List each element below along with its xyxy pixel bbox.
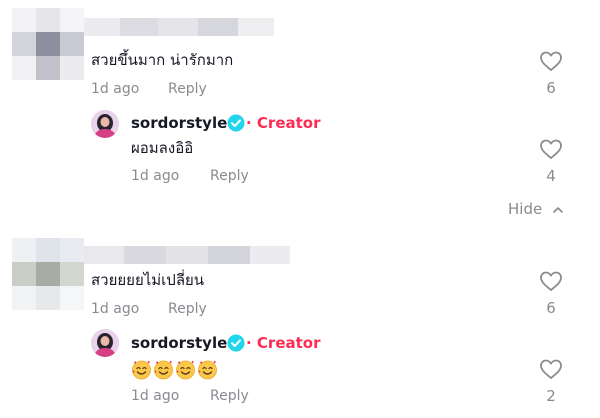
pixelated-username — [84, 246, 290, 264]
comment-timestamp: 1d ago — [91, 81, 140, 97]
pixelated-avatar — [12, 8, 84, 80]
verified-badge-icon — [227, 334, 245, 352]
avatar[interactable] — [91, 329, 119, 357]
pixelated-avatar — [12, 238, 84, 310]
comment-timestamp: 1d ago — [91, 301, 140, 317]
verified-badge-icon — [227, 114, 245, 132]
heart-icon[interactable] — [539, 50, 563, 72]
like-count: 6 — [546, 79, 556, 97]
heart-icon[interactable] — [539, 270, 563, 292]
reply-button[interactable]: Reply — [168, 300, 207, 318]
reply-text: ผอมลงอิอิ — [131, 139, 194, 157]
creator-badge: · Creator — [246, 114, 321, 132]
reply-button[interactable]: Reply — [210, 387, 249, 405]
heart-icon[interactable] — [539, 138, 563, 160]
reply-timestamp: 1d ago — [131, 168, 180, 184]
smiling-face-with-hearts-icon — [154, 360, 173, 380]
username[interactable]: sordorstyle — [131, 113, 227, 133]
comment-text: สวยขึ้นมาก น่ารักมาก — [91, 51, 234, 69]
pixelated-username — [84, 18, 274, 36]
username[interactable]: sordorstyle — [131, 333, 227, 353]
like-count: 4 — [546, 167, 556, 185]
comment-text: สวยยยยไม่เปลี่ยน — [91, 271, 205, 289]
smiling-face-with-hearts-icon — [132, 360, 151, 380]
like-count: 6 — [546, 299, 556, 317]
avatar[interactable] — [91, 110, 119, 138]
heart-icon[interactable] — [539, 358, 563, 380]
hide-replies-button[interactable]: Hide — [508, 200, 564, 218]
creator-badge: · Creator — [246, 334, 321, 352]
smiling-face-with-hearts-icon — [176, 360, 195, 380]
reply-button[interactable]: Reply — [168, 80, 207, 98]
like-count: 2 — [546, 387, 556, 405]
reply-timestamp: 1d ago — [131, 388, 180, 404]
reply-button[interactable]: Reply — [210, 167, 249, 185]
chevron-up-icon — [553, 206, 563, 213]
smiling-face-with-hearts-icon — [198, 360, 217, 380]
hide-label: Hide — [508, 200, 543, 218]
